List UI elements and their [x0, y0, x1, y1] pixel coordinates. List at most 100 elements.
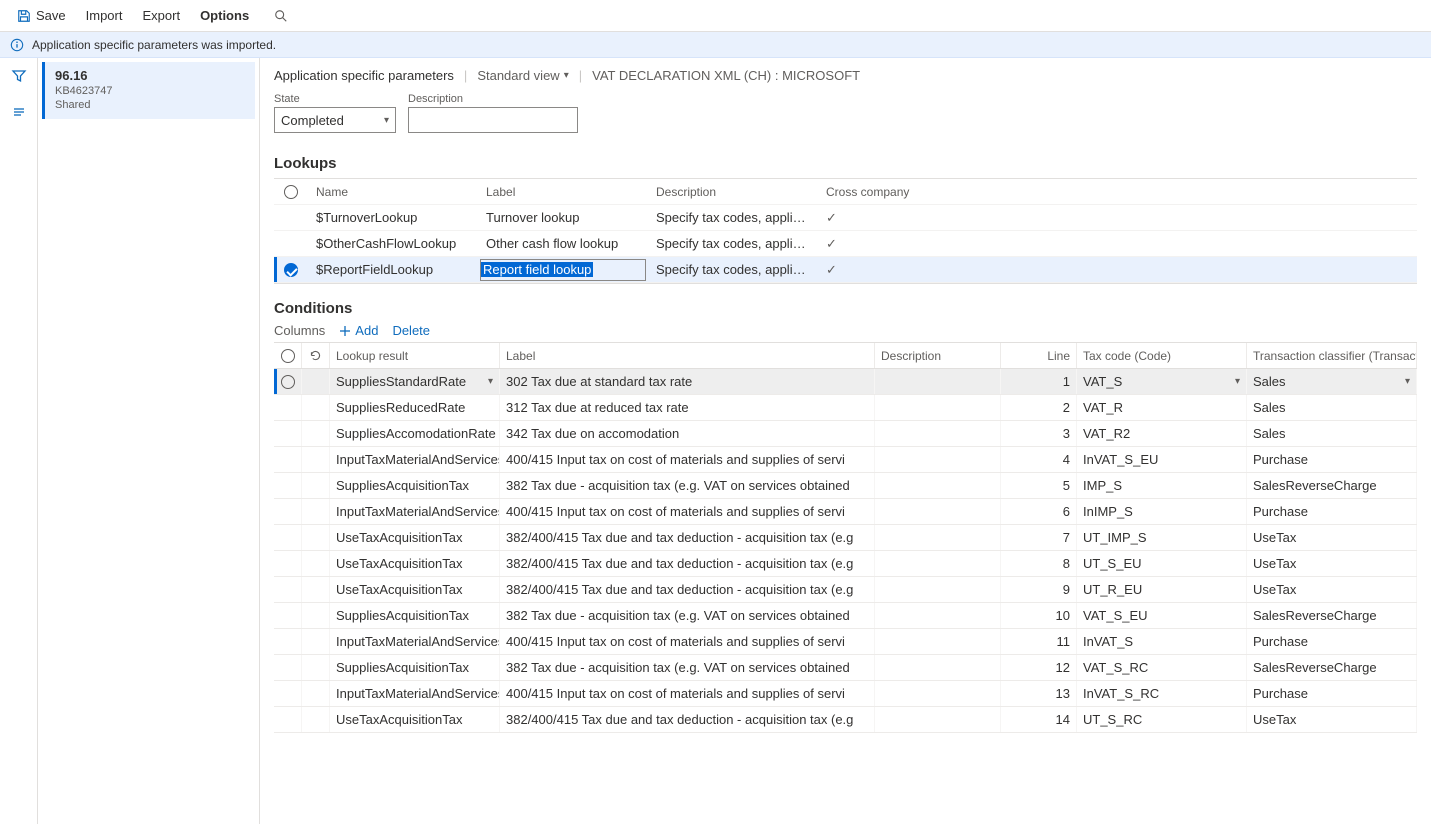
cond-header-check[interactable]: [274, 343, 302, 368]
cond-cell-tran: Purchase: [1247, 447, 1417, 472]
cond-cell-desc: [875, 577, 1001, 602]
cond-col-label[interactable]: Label: [500, 343, 875, 368]
add-button[interactable]: Add: [339, 323, 378, 338]
cond-row-check[interactable]: [274, 525, 302, 550]
lookups-row-check[interactable]: [274, 263, 308, 277]
import-button[interactable]: Import: [76, 0, 133, 32]
cond-cell-label: 382 Tax due - acquisition tax (e.g. VAT …: [500, 473, 875, 498]
cond-cell-code[interactable]: VAT_S▾: [1077, 369, 1247, 394]
cond-cell-code: UT_S_EU: [1077, 551, 1247, 576]
lookups-row[interactable]: $ReportFieldLookupReport field lookupSpe…: [274, 257, 1417, 283]
state-select[interactable]: Completed ▾: [274, 107, 396, 133]
cond-cell-tran[interactable]: Sales▾: [1247, 369, 1417, 394]
cond-row-gear[interactable]: [302, 421, 330, 446]
lookups-row[interactable]: $OtherCashFlowLookupOther cash flow look…: [274, 231, 1417, 257]
cond-cell-label: 382/400/415 Tax due and tax deduction - …: [500, 577, 875, 602]
cond-row-check[interactable]: [274, 499, 302, 524]
conditions-row[interactable]: InputTaxMaterialAndServices400/415 Input…: [274, 681, 1417, 707]
delete-button[interactable]: Delete: [392, 323, 430, 338]
conditions-row[interactable]: SuppliesAcquisitionTax382 Tax due - acqu…: [274, 655, 1417, 681]
cond-col-code[interactable]: Tax code (Code): [1077, 343, 1247, 368]
conditions-row[interactable]: InputTaxMaterialAndServices400/415 Input…: [274, 499, 1417, 525]
cond-row-gear[interactable]: [302, 473, 330, 498]
cond-col-line[interactable]: Line: [1001, 343, 1077, 368]
cond-row-check[interactable]: [274, 655, 302, 680]
cond-cell-desc: [875, 681, 1001, 706]
cond-row-gear[interactable]: [302, 395, 330, 420]
cond-row-gear[interactable]: [302, 681, 330, 706]
cond-row-check[interactable]: [274, 629, 302, 654]
cond-row-check[interactable]: [274, 681, 302, 706]
cond-row-gear[interactable]: [302, 707, 330, 732]
add-label: Add: [355, 323, 378, 338]
conditions-row[interactable]: UseTaxAcquisitionTax382/400/415 Tax due …: [274, 707, 1417, 733]
lookups-row[interactable]: $TurnoverLookupTurnover lookupSpecify ta…: [274, 205, 1417, 231]
lookups-col-label[interactable]: Label: [478, 185, 648, 199]
export-button[interactable]: Export: [132, 0, 190, 32]
list-button[interactable]: [5, 98, 33, 126]
cond-row-check[interactable]: [274, 707, 302, 732]
version-card[interactable]: 96.16 KB4623747 Shared: [42, 62, 255, 119]
cond-row-check[interactable]: [274, 473, 302, 498]
filter-button[interactable]: [5, 62, 33, 90]
lookups-col-name[interactable]: Name: [308, 185, 478, 199]
cond-row-gear[interactable]: [302, 447, 330, 472]
cond-row-gear[interactable]: [302, 655, 330, 680]
conditions-row[interactable]: SuppliesAccomodationRate342 Tax due on a…: [274, 421, 1417, 447]
toolbar: Save Import Export Options: [0, 0, 1431, 32]
conditions-row[interactable]: UseTaxAcquisitionTax382/400/415 Tax due …: [274, 577, 1417, 603]
cond-row-check[interactable]: [274, 551, 302, 576]
save-button[interactable]: Save: [6, 0, 76, 32]
cond-row-check[interactable]: [274, 603, 302, 628]
cond-cell-label: 342 Tax due on accomodation: [500, 421, 875, 446]
options-button[interactable]: Options: [190, 0, 259, 32]
columns-button[interactable]: Columns: [274, 323, 325, 338]
conditions-row[interactable]: SuppliesAcquisitionTax382 Tax due - acqu…: [274, 473, 1417, 499]
cond-row-gear[interactable]: [302, 499, 330, 524]
lookups-col-cross[interactable]: Cross company: [818, 185, 938, 199]
cond-row-check[interactable]: [274, 577, 302, 602]
conditions-row[interactable]: UseTaxAcquisitionTax382/400/415 Tax due …: [274, 551, 1417, 577]
conditions-row[interactable]: SuppliesStandardRate▾302 Tax due at stan…: [274, 369, 1417, 395]
conditions-row[interactable]: UseTaxAcquisitionTax382/400/415 Tax due …: [274, 525, 1417, 551]
cond-col-desc[interactable]: Description: [875, 343, 1001, 368]
cond-row-gear[interactable]: [302, 577, 330, 602]
conditions-tools: Columns Add Delete: [274, 323, 1417, 338]
cond-row-check[interactable]: [274, 369, 302, 394]
cond-header-refresh[interactable]: [302, 343, 330, 368]
options-label: Options: [200, 8, 249, 23]
version-list: 96.16 KB4623747 Shared: [38, 58, 260, 824]
cond-row-check[interactable]: [274, 395, 302, 420]
conditions-row[interactable]: InputTaxMaterialAndServices400/415 Input…: [274, 629, 1417, 655]
cond-cell-desc: [875, 447, 1001, 472]
cond-cell-code: UT_IMP_S: [1077, 525, 1247, 550]
cond-row-check[interactable]: [274, 447, 302, 472]
cond-col-result[interactable]: Lookup result: [330, 343, 500, 368]
view-selector[interactable]: Standard view ▾: [477, 68, 568, 83]
description-input[interactable]: [408, 107, 578, 133]
cond-cell-tran: Sales: [1247, 395, 1417, 420]
cond-cell-line: 12: [1001, 655, 1077, 680]
cond-row-check[interactable]: [274, 421, 302, 446]
conditions-row[interactable]: SuppliesReducedRate312 Tax due at reduce…: [274, 395, 1417, 421]
cond-cell-label: 400/415 Input tax on cost of materials a…: [500, 681, 875, 706]
cond-cell-result: InputTaxMaterialAndServices: [330, 499, 500, 524]
conditions-row[interactable]: InputTaxMaterialAndServices400/415 Input…: [274, 447, 1417, 473]
cond-cell-result[interactable]: SuppliesStandardRate▾: [330, 369, 500, 394]
cond-row-gear[interactable]: [302, 603, 330, 628]
save-icon: [16, 8, 32, 24]
lookups-label-input[interactable]: Report field lookup: [480, 259, 646, 281]
conditions-row[interactable]: SuppliesAcquisitionTax382 Tax due - acqu…: [274, 603, 1417, 629]
conditions-header-row: Lookup result Label Description Line Tax…: [274, 343, 1417, 369]
cond-row-gear[interactable]: [302, 369, 330, 394]
cond-row-gear[interactable]: [302, 525, 330, 550]
search-button[interactable]: [263, 0, 299, 32]
cond-cell-code: VAT_S_RC: [1077, 655, 1247, 680]
breadcrumb: Application specific parameters | Standa…: [274, 68, 1417, 83]
lookups-table: Name Label Description Cross company $Tu…: [274, 178, 1417, 284]
cond-row-gear[interactable]: [302, 551, 330, 576]
cond-col-tran[interactable]: Transaction classifier (TransactionCla..…: [1247, 343, 1417, 368]
lookups-header-check[interactable]: [274, 185, 308, 199]
lookups-col-desc[interactable]: Description: [648, 185, 818, 199]
cond-row-gear[interactable]: [302, 629, 330, 654]
